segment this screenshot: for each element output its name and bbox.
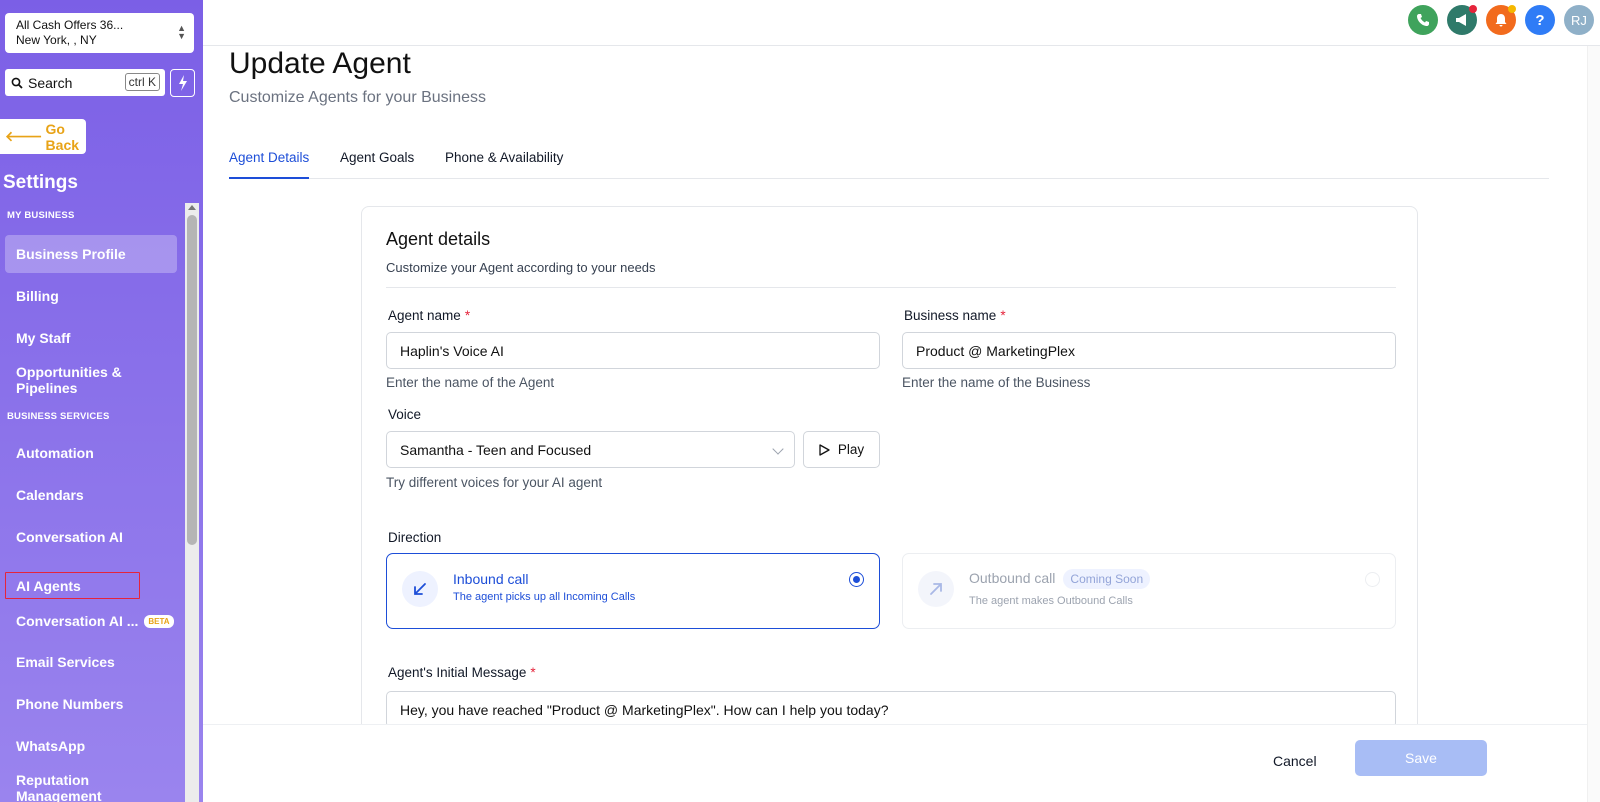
quick-actions-button[interactable] <box>170 69 195 97</box>
outbound-call-option: Outbound call Coming Soon The agent makes… <box>902 553 1396 629</box>
save-button[interactable]: Save <box>1355 740 1487 776</box>
search-placeholder: Search <box>28 74 73 91</box>
help-icon[interactable]: ? <box>1525 5 1555 35</box>
sidebar-item-automation[interactable]: Automation <box>5 434 177 472</box>
location-city: New York, , NY <box>16 33 97 47</box>
chevron-down-icon <box>772 443 784 455</box>
search-input[interactable]: Search ctrl K <box>5 69 165 96</box>
help-glyph: ? <box>1535 11 1545 29</box>
tab-agent-details[interactable]: Agent Details <box>229 150 310 179</box>
sidebar-item-conversation-ai[interactable]: Conversation AI <box>5 518 177 556</box>
avatar[interactable]: RJ <box>1564 5 1594 35</box>
go-back-button[interactable]: 🡐 Go Back <box>0 119 86 154</box>
inbound-desc: The agent picks up all Incoming Calls <box>453 591 636 603</box>
play-label: Play <box>837 442 865 457</box>
beta-badge: BETA <box>144 614 174 628</box>
required-asterisk: * <box>1000 308 1006 323</box>
phone-icon[interactable] <box>1408 5 1438 35</box>
sidebar-item-reputation[interactable]: Reputation Management <box>5 769 177 802</box>
sidebar-item-email-services[interactable]: Email Services <box>5 643 177 681</box>
inbound-radio[interactable] <box>849 572 864 587</box>
top-bar: ? RJ <box>203 0 1600 46</box>
megaphone-icon[interactable] <box>1447 5 1477 35</box>
sidebar-item-business-profile[interactable]: Business Profile <box>5 235 177 273</box>
sidebar-scrollbar[interactable] <box>185 203 199 802</box>
sidebar-item-phone-numbers[interactable]: Phone Numbers <box>5 685 177 723</box>
business-name-hint: Enter the name of the Business <box>902 375 1091 390</box>
business-name-input[interactable]: Product @ MarketingPlex <box>902 332 1396 369</box>
section-my-business: MY BUSINESS <box>7 210 75 221</box>
agent-name-hint: Enter the name of the Agent <box>386 375 555 390</box>
initial-message-label: Agent's Initial Message * <box>388 665 536 680</box>
initial-message-label-text: Agent's Initial Message <box>388 665 527 680</box>
location-switcher[interactable]: All Cash Offers 36... New York, , NY ▲ ▼ <box>5 13 194 53</box>
page-subtitle: Customize Agents for your Business <box>229 89 487 106</box>
card-title: Agent details <box>386 229 491 249</box>
business-name-label: Business name * <box>904 308 1006 323</box>
scrollbar-thumb[interactable] <box>187 215 197 545</box>
coming-soon-badge: Coming Soon <box>1063 569 1151 589</box>
cancel-button[interactable]: Cancel <box>1273 753 1317 769</box>
business-name-label-text: Business name <box>904 308 997 323</box>
voice-label: Voice <box>388 407 422 422</box>
agent-name-label: Agent name * <box>388 308 470 323</box>
page-title: Update Agent <box>229 47 411 80</box>
lightning-icon <box>178 75 187 91</box>
form-footer: Cancel Save <box>203 724 1600 802</box>
search-shortcut: ctrl K <box>124 73 160 91</box>
arrow-left-icon: 🡐 <box>5 128 43 144</box>
bell-icon[interactable] <box>1486 5 1516 35</box>
sidebar-item-ai-agents[interactable]: AI Agents <box>5 572 140 599</box>
chevron-updown-icon: ▲ ▼ <box>177 23 186 41</box>
agent-name-input[interactable]: Haplin's Voice AI <box>386 332 880 369</box>
inbound-title: Inbound call <box>453 571 529 587</box>
section-business-services: BUSINESS SERVICES <box>7 411 110 422</box>
notification-dot <box>1508 5 1516 13</box>
initial-message-input[interactable]: Hey, you have reached "Product @ Marketi… <box>386 691 1396 728</box>
go-back-label: Go Back <box>45 120 80 153</box>
voice-select-value: Samantha - Teen and Focused <box>400 441 592 458</box>
voice-select[interactable]: Samantha - Teen and Focused <box>386 431 795 468</box>
search-icon <box>11 77 23 89</box>
arrow-up-right-icon <box>918 571 954 607</box>
agent-details-card: Agent details Customize your Agent accor… <box>361 206 1418 766</box>
page-scrollbar[interactable] <box>1587 46 1600 802</box>
divider <box>386 287 1396 288</box>
avatar-initials: RJ <box>1571 12 1587 28</box>
card-subtitle: Customize your Agent according to your n… <box>386 260 656 275</box>
outbound-title: Outbound call <box>969 570 1056 586</box>
sidebar-item-billing[interactable]: Billing <box>5 277 177 315</box>
tab-agent-goals[interactable]: Agent Goals <box>340 150 414 179</box>
outbound-radio <box>1365 572 1380 587</box>
play-icon <box>819 443 830 456</box>
settings-title: Settings <box>3 172 78 193</box>
required-asterisk: * <box>530 665 536 680</box>
sidebar-item-label: Conversation AI ... <box>16 613 139 629</box>
location-name: All Cash Offers 36... <box>16 18 124 32</box>
agent-name-label-text: Agent name <box>388 308 461 323</box>
scroll-up-icon[interactable] <box>188 205 196 210</box>
sidebar-item-calendars[interactable]: Calendars <box>5 476 177 514</box>
notification-dot <box>1469 5 1477 13</box>
outbound-desc: The agent makes Outbound Calls <box>969 595 1133 607</box>
direction-label: Direction <box>388 530 442 545</box>
outbound-title-row: Outbound call Coming Soon <box>969 569 1151 589</box>
sidebar-item-opportunities[interactable]: Opportunities & Pipelines <box>5 361 177 399</box>
sidebar-item-conversation-ai-beta[interactable]: Conversation AI ... BETA <box>5 602 177 640</box>
voice-hint: Try different voices for your AI agent <box>386 475 603 490</box>
inbound-call-option[interactable]: Inbound call The agent picks up all Inco… <box>386 553 880 629</box>
tab-phone-availability[interactable]: Phone & Availability <box>445 150 563 179</box>
sidebar-item-my-staff[interactable]: My Staff <box>5 319 177 357</box>
play-button[interactable]: Play <box>803 431 880 468</box>
tab-bar: Agent Details Agent Goals Phone & Availa… <box>229 148 1549 179</box>
sidebar-item-whatsapp[interactable]: WhatsApp <box>5 727 177 765</box>
required-asterisk: * <box>464 308 471 323</box>
sidebar: All Cash Offers 36... New York, , NY ▲ ▼ … <box>0 0 203 802</box>
arrow-down-left-icon <box>402 571 438 607</box>
